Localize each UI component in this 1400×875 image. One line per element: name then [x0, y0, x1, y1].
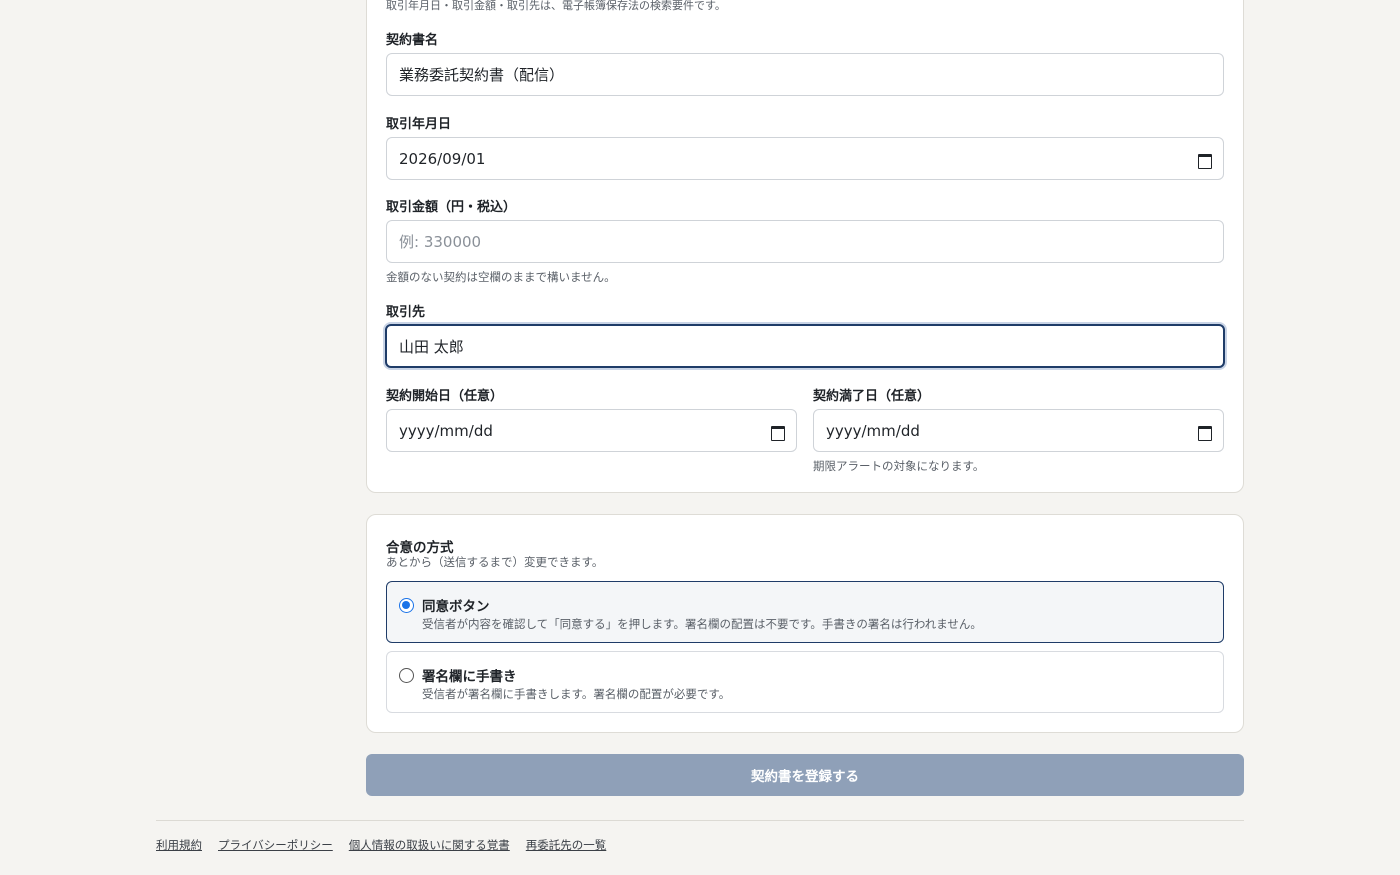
consent-option-agree-button[interactable]: 同意ボタン 受信者が内容を確認して「同意する」を押します。署名欄の配置は不要です… — [386, 581, 1224, 643]
footer-link-privacy-policy[interactable]: プライバシーポリシー — [218, 837, 333, 853]
contract-name-label: 契約書名 — [386, 33, 439, 48]
contract-name-input[interactable] — [399, 65, 1211, 84]
register-contract-button[interactable]: 契約書を登録する — [366, 754, 1244, 796]
transaction-date-value: 2026/09/01 — [399, 149, 486, 168]
calendar-icon[interactable] — [770, 424, 785, 441]
footer-links: 利用規約 プライバシーポリシー 個人情報の取扱いに関する覚書 再委託先の一覧 — [156, 837, 606, 853]
option-title: 署名欄に手書き — [422, 669, 517, 685]
consent-title: 合意の方式 — [386, 540, 454, 556]
end-date-field[interactable]: yyyy/mm/dd — [813, 409, 1224, 452]
amount-label: 取引金額（円・税込） — [386, 200, 517, 215]
option-description: 受信者が内容を確認して「同意する」を押します。署名欄の配置は不要です。手書きの署… — [422, 617, 982, 631]
radio-unchecked-icon[interactable] — [399, 668, 414, 683]
amount-field[interactable] — [386, 220, 1224, 263]
radio-checked-icon[interactable] — [399, 598, 414, 613]
contract-name-field[interactable] — [386, 53, 1224, 96]
counterparty-label: 取引先 — [386, 305, 426, 320]
end-date-value: yyyy/mm/dd — [826, 421, 920, 440]
footer-link-subcontractors[interactable]: 再委託先の一覧 — [526, 837, 607, 853]
transaction-date-label: 取引年月日 — [386, 117, 452, 132]
calendar-icon[interactable] — [1197, 152, 1212, 169]
contract-registration-page: 取引年月日・取引金額・取引先は、電子帳簿保存法の検索要件です。 契約書名 取引年… — [0, 0, 1400, 875]
end-date-label: 契約満了日（任意） — [813, 389, 931, 404]
end-date-hint: 期限アラートの対象になります。 — [813, 459, 985, 473]
footer-link-personal-info-memorandum[interactable]: 個人情報の取扱いに関する覚書 — [349, 837, 510, 853]
start-date-field[interactable]: yyyy/mm/dd — [386, 409, 797, 452]
counterparty-input[interactable] — [399, 337, 1211, 355]
consent-subtitle: あとから（送信するまで）変更できます。 — [386, 555, 604, 569]
search-requirement-note: 取引年月日・取引金額・取引先は、電子帳簿保存法の検索要件です。 — [386, 0, 726, 12]
transaction-date-field[interactable]: 2026/09/01 — [386, 137, 1224, 180]
amount-hint: 金額のない契約は空欄のままで構いません。 — [386, 270, 616, 284]
consent-option-handwritten-signature[interactable]: 署名欄に手書き 受信者が署名欄に手書きします。署名欄の配置が必要です。 — [386, 651, 1224, 713]
start-date-label: 契約開始日（任意） — [386, 389, 504, 404]
footer-divider — [156, 820, 1244, 821]
counterparty-field[interactable] — [385, 324, 1225, 368]
amount-input[interactable] — [399, 232, 1211, 251]
start-date-value: yyyy/mm/dd — [399, 421, 493, 440]
footer-link-terms[interactable]: 利用規約 — [156, 837, 202, 853]
calendar-icon[interactable] — [1197, 424, 1212, 441]
option-title: 同意ボタン — [422, 599, 490, 615]
option-description: 受信者が署名欄に手書きします。署名欄の配置が必要です。 — [422, 687, 731, 701]
